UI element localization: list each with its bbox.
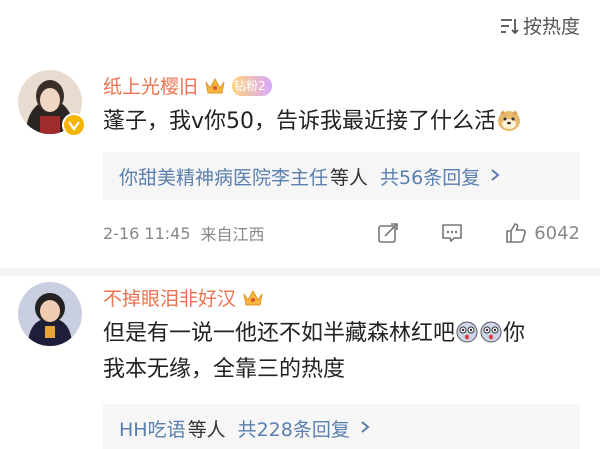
- reply-users[interactable]: HH吃语: [119, 415, 186, 442]
- verified-badge-icon: [62, 113, 86, 137]
- comment-text: 但是有一说一他还不如半藏森林红吧你 我本无缘，全靠三的热度: [103, 321, 526, 382]
- share-button[interactable]: [376, 221, 400, 245]
- divider: [0, 268, 600, 276]
- like-count: 6042: [534, 222, 580, 244]
- sort-label: 按热度: [522, 16, 580, 38]
- crown-icon: [205, 77, 225, 93]
- crown-icon: [243, 289, 263, 305]
- comment-button[interactable]: [440, 221, 464, 245]
- comment-text: 蓬子，我v你50，告诉我最近接了什么活: [103, 104, 583, 140]
- share-icon: [378, 223, 398, 243]
- comment-location: 来自江西: [200, 225, 265, 244]
- like-button[interactable]: 6042: [504, 221, 580, 245]
- doge-emoji-icon: [498, 110, 521, 131]
- reply-users[interactable]: 你甜美精神病医院李主任: [119, 163, 328, 190]
- comment-meta: 2-16 11:45 来自江西 6042: [103, 218, 580, 248]
- avatar[interactable]: [18, 282, 82, 346]
- surprised-emoji-icon: [456, 321, 478, 343]
- reply-count[interactable]: 共56条回复: [380, 163, 480, 190]
- username[interactable]: 纸上光樱旧: [103, 72, 198, 99]
- chevron-right-icon: [490, 165, 500, 187]
- username[interactable]: 不掉眼泪非好汉: [103, 284, 236, 311]
- chevron-right-icon: [360, 417, 370, 439]
- surprised-emoji-icon: [480, 321, 502, 343]
- comment-icon: [442, 224, 462, 243]
- reply-count[interactable]: 共228条回复: [238, 415, 350, 442]
- fan-badge: 钻粉2: [232, 75, 272, 96]
- reply-summary[interactable]: HH吃语 等人 共228条回复: [103, 404, 580, 449]
- sort-toggle[interactable]: 按热度: [499, 12, 580, 39]
- sort-icon: [500, 18, 519, 34]
- reply-summary[interactable]: 你甜美精神病医院李主任 等人 共56条回复: [103, 152, 580, 200]
- like-icon: [506, 223, 527, 243]
- comment-time: 2-16 11:45: [103, 223, 191, 243]
